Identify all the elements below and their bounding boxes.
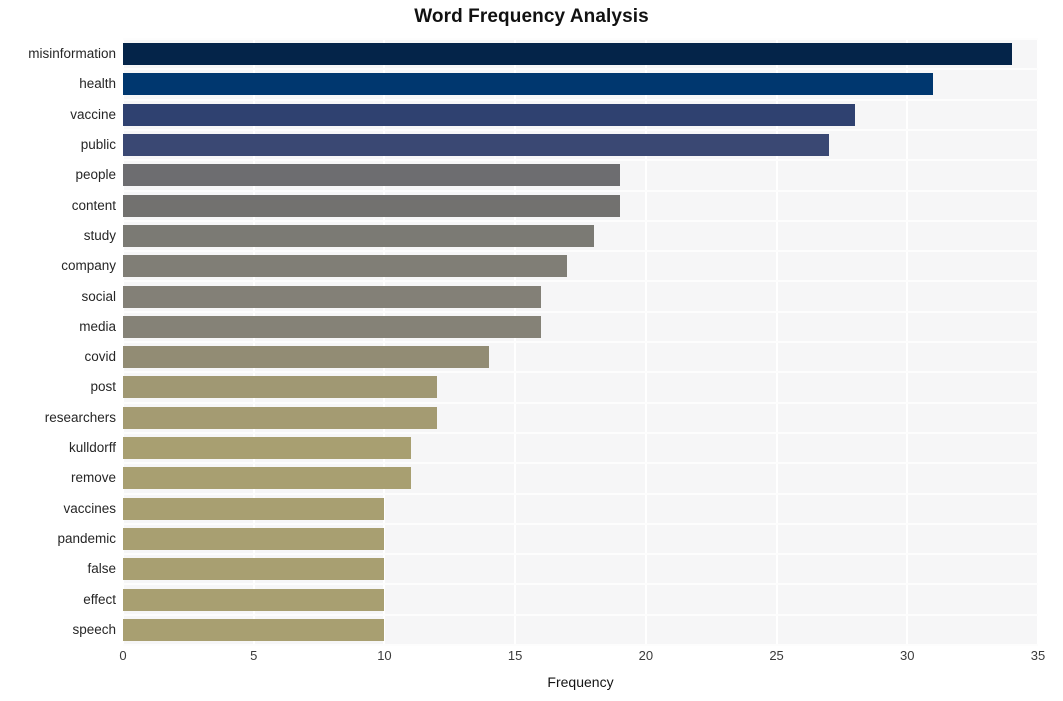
bar-researchers[interactable] [123,406,437,429]
y-tick-label-people: people [75,167,116,183]
y-tick-label-covid: covid [84,349,116,365]
bar-content[interactable] [123,194,620,217]
bar-false[interactable] [123,558,385,581]
y-tick-label-media: media [79,318,116,334]
bar-remove[interactable] [123,467,411,490]
y-tick-label-post: post [90,379,116,395]
bar-speech[interactable] [123,618,385,641]
x-tick-label-35: 35 [1030,648,1046,663]
y-tick-label-researchers: researchers [44,409,116,425]
word-frequency-chart: Word Frequency Analysis misinformation he… [0,0,1063,701]
x-tick-label-10: 10 [377,648,392,663]
y-tick-label-study: study [83,227,116,243]
x-tick-label-25: 25 [769,648,784,663]
y-tick-label-health: health [79,76,116,92]
y-tick-label-kulldorff: kulldorff [68,440,116,456]
y-tick-label-content: content [71,197,116,213]
bar-kulldorff[interactable] [123,437,411,460]
bar-health[interactable] [123,73,934,96]
plot-area [122,38,1039,646]
y-tick-label-vaccines: vaccines [63,500,116,516]
y-tick-label-company: company [61,258,116,274]
y-tick-label-pandemic: pandemic [57,530,116,546]
y-tick-label-misinformation: misinformation [28,46,116,62]
y-tick-label-vaccine: vaccine [70,106,116,122]
x-tick-label-5: 5 [250,648,258,663]
y-tick-label-public: public [80,137,116,153]
chart-title: Word Frequency Analysis [414,6,649,27]
bar-post[interactable] [123,376,437,399]
bar-study[interactable] [123,224,594,247]
x-tick-label-15: 15 [507,648,523,663]
bar-people[interactable] [123,164,620,187]
bar-company[interactable] [123,255,568,278]
bar-misinformation[interactable] [123,43,1012,66]
bar-vaccines[interactable] [123,497,385,520]
y-tick-label-speech: speech [72,621,116,637]
x-tick-label-0: 0 [119,648,127,663]
bar-covid[interactable] [123,346,489,369]
x-tick-label-20: 20 [638,648,654,663]
y-axis-labels: misinformation health vaccine public people c… [0,39,116,645]
y-tick-label-remove: remove [70,470,116,486]
bar-media[interactable] [123,315,542,338]
x-axis-ticks: 0 5 10 15 20 25 30 35 [119,648,1045,670]
bar-public[interactable] [123,134,829,157]
x-axis-label: Frequency [547,674,614,690]
bars-layer [123,39,1038,645]
bar-pandemic[interactable] [123,527,385,550]
y-tick-label-false: false [87,561,116,577]
bar-social[interactable] [123,285,542,308]
y-tick-label-social: social [81,288,116,304]
y-tick-label-effect: effect [83,591,116,607]
bar-vaccine[interactable] [123,103,855,126]
bar-effect[interactable] [123,588,385,611]
x-tick-label-30: 30 [900,648,915,663]
